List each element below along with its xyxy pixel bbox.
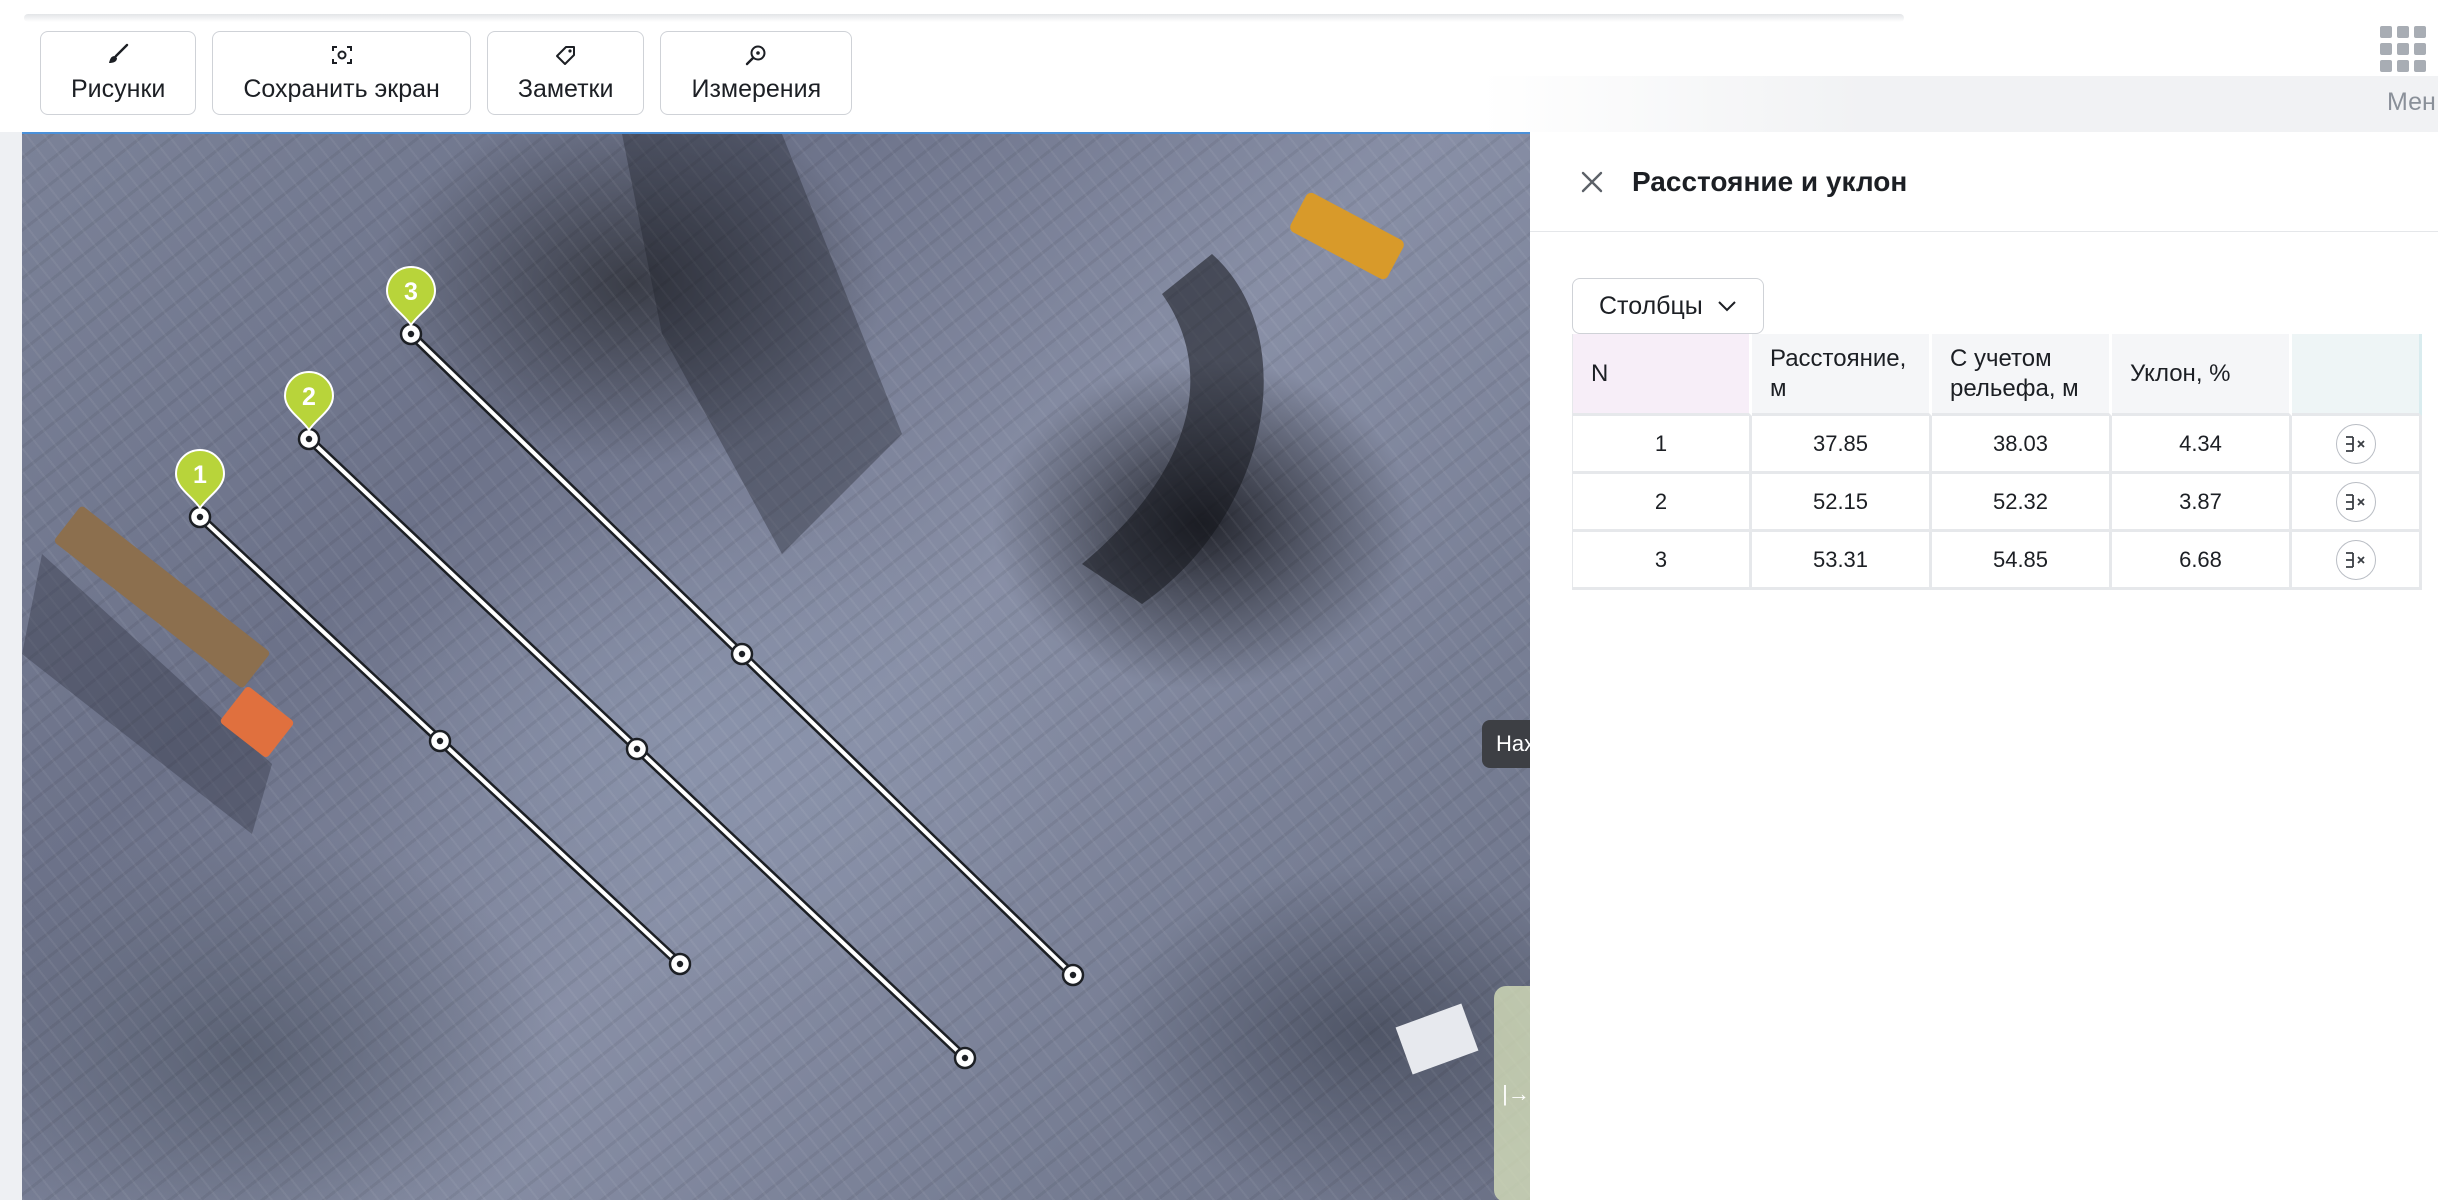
remove-row-button[interactable] bbox=[2335, 539, 2376, 580]
cell-relief: 54.85 bbox=[1932, 532, 2112, 590]
brush-icon bbox=[109, 43, 129, 63]
panel-title: Расстояние и уклон bbox=[1632, 165, 1908, 197]
cell-n: 2 bbox=[1572, 474, 1752, 532]
toolbar-shadow bbox=[24, 14, 1904, 22]
building bbox=[1395, 1003, 1479, 1075]
side-panel-toggle[interactable]: |→ bbox=[1494, 986, 1530, 1200]
notes-button[interactable]: Заметки bbox=[486, 31, 645, 115]
measure-midpoint-handle[interactable] bbox=[625, 737, 649, 761]
cell-distance: 52.15 bbox=[1752, 474, 1932, 532]
measure-start-handle[interactable] bbox=[399, 322, 423, 346]
remove-row-button[interactable] bbox=[2335, 481, 2376, 522]
map-hint-tooltip: Нах bbox=[1482, 720, 1530, 768]
remove-row-button[interactable] bbox=[2335, 423, 2376, 464]
close-icon[interactable] bbox=[1578, 168, 1606, 196]
cell-slope: 6.68 bbox=[2112, 532, 2292, 590]
measurement-lines: 1 2 3 bbox=[174, 266, 1085, 1070]
menu-button[interactable]: Мен bbox=[2380, 26, 2436, 116]
measure-pin-label: 2 bbox=[302, 383, 316, 411]
measurements-label: Измерения bbox=[691, 74, 822, 103]
measure-end-handle[interactable] bbox=[668, 952, 692, 976]
measure-start-handle[interactable] bbox=[188, 505, 212, 529]
header-relief[interactable]: С учетом рельефа, м bbox=[1932, 334, 2112, 416]
header-actions bbox=[2292, 334, 2422, 416]
table-row[interactable]: 2 52.15 52.32 3.87 bbox=[1572, 474, 2422, 532]
dark-ground bbox=[622, 134, 902, 554]
cell-slope: 3.87 bbox=[2112, 474, 2292, 532]
measurement-overlay: 1 2 3 bbox=[22, 134, 1479, 1075]
measure-midpoint-handle[interactable] bbox=[428, 729, 452, 753]
cell-distance: 37.85 bbox=[1752, 416, 1932, 474]
satellite-map[interactable]: 1 2 3 Нах |→ bbox=[22, 132, 1530, 1200]
notes-label: Заметки bbox=[517, 74, 614, 103]
cell-n: 1 bbox=[1572, 416, 1752, 474]
chevron-down-icon bbox=[1718, 301, 1736, 312]
header-distance[interactable]: Расстояние, м bbox=[1752, 334, 1932, 416]
cell-actions bbox=[2292, 532, 2422, 590]
toolbar-buttons: Рисунки Сохранить экран Заметки Измерени… bbox=[40, 31, 853, 115]
drawings-button[interactable]: Рисунки bbox=[40, 31, 197, 115]
measure-midpoint-handle[interactable] bbox=[730, 642, 754, 666]
cell-actions bbox=[2292, 416, 2422, 474]
top-toolbar: Рисунки Сохранить экран Заметки Измерени… bbox=[0, 0, 2438, 132]
cell-relief: 52.32 bbox=[1932, 474, 2112, 532]
cell-n: 3 bbox=[1572, 532, 1752, 590]
save-screen-button[interactable]: Сохранить экран bbox=[212, 31, 471, 115]
grid-icon bbox=[2380, 26, 2426, 72]
table-row[interactable]: 3 53.31 54.85 6.68 bbox=[1572, 532, 2422, 590]
measure-pin-3[interactable]: 3 bbox=[385, 266, 437, 327]
measure-pin-label: 1 bbox=[193, 461, 207, 489]
remove-row-icon bbox=[2345, 493, 2365, 510]
table-row[interactable]: 1 37.85 38.03 4.34 bbox=[1572, 416, 2422, 474]
tag-icon bbox=[555, 45, 575, 65]
measure-end-handle[interactable] bbox=[1061, 963, 1085, 987]
menu-label: Мен bbox=[2387, 88, 2436, 116]
remove-row-icon bbox=[2345, 435, 2365, 452]
cell-actions bbox=[2292, 474, 2422, 532]
remove-row-icon bbox=[2345, 551, 2365, 568]
measurements-button[interactable]: Измерения bbox=[660, 31, 853, 115]
measure-start-handle[interactable] bbox=[297, 427, 321, 451]
columns-label: Столбцы bbox=[1599, 291, 1703, 320]
measure-pin-label: 3 bbox=[404, 278, 418, 306]
excavator bbox=[1290, 192, 1404, 280]
measurements-table: N Расстояние, м С учетом рельефа, м Укло… bbox=[1572, 334, 2422, 590]
measure-search-icon bbox=[746, 45, 766, 65]
header-slope[interactable]: Уклон, % bbox=[2112, 334, 2292, 416]
cell-distance: 53.31 bbox=[1752, 532, 1932, 590]
drawings-label: Рисунки bbox=[71, 74, 166, 103]
cell-relief: 38.03 bbox=[1932, 416, 2112, 474]
columns-dropdown[interactable]: Столбцы bbox=[1572, 278, 1764, 334]
measure-pin-1[interactable]: 1 bbox=[174, 449, 226, 510]
measurement-panel: Расстояние и уклон Столбцы N Расстояние,… bbox=[1530, 132, 2438, 1200]
screenshot-icon bbox=[331, 45, 352, 64]
measure-pin-2[interactable]: 2 bbox=[283, 371, 335, 432]
measure-end-handle[interactable] bbox=[953, 1046, 977, 1070]
header-n[interactable]: N bbox=[1572, 334, 1752, 416]
table-header-row: N Расстояние, м С учетом рельефа, м Укло… bbox=[1572, 334, 2422, 416]
toolbar-fade bbox=[1480, 76, 2438, 132]
pit-shadow bbox=[1082, 254, 1264, 604]
cell-slope: 4.34 bbox=[2112, 416, 2292, 474]
save-screen-label: Сохранить экран bbox=[243, 74, 440, 103]
panel-header: Расстояние и уклон bbox=[1530, 132, 2438, 232]
